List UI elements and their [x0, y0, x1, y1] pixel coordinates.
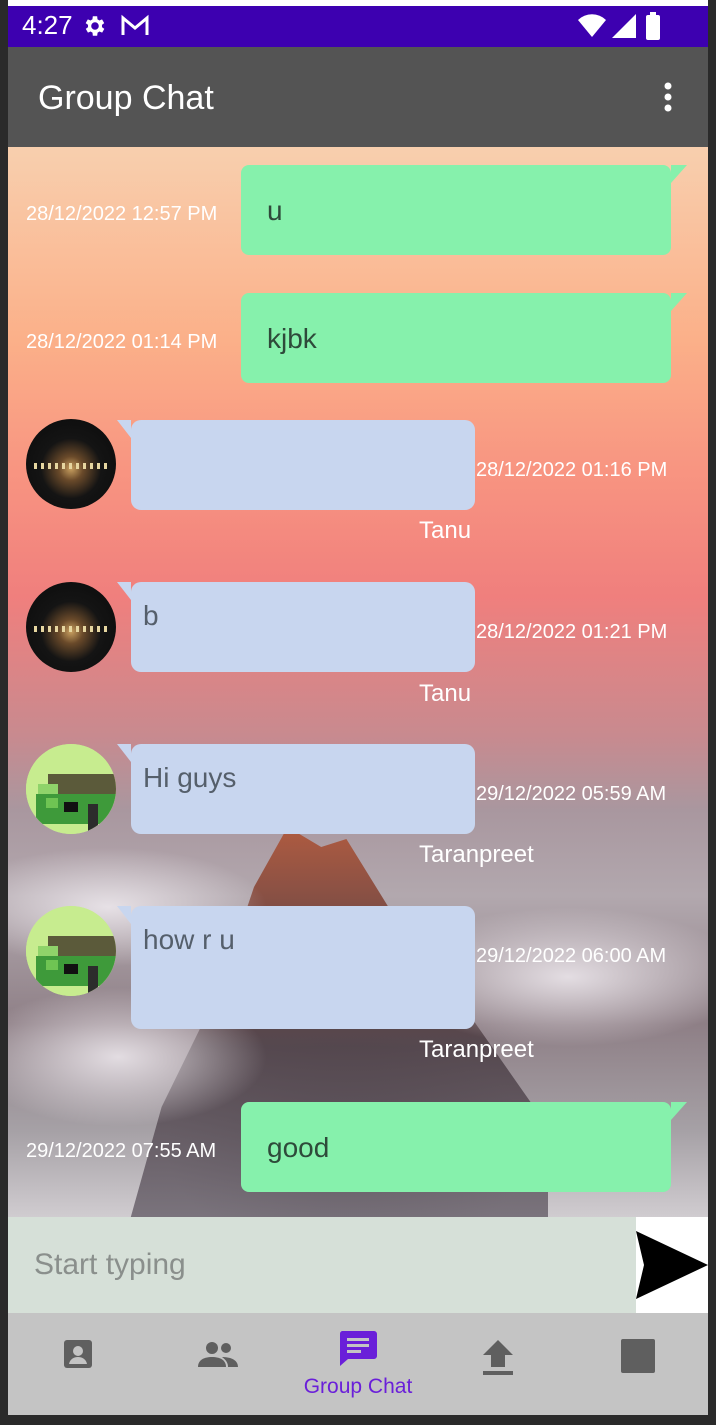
message-timestamp: 28/12/2022 12:57 PM — [26, 203, 218, 225]
gmail-icon — [121, 14, 149, 35]
message-composer — [8, 1217, 708, 1313]
stop-square-icon — [621, 1339, 655, 1373]
message-timestamp: 28/12/2022 01:16 PM — [476, 459, 668, 481]
incoming-message-bubble[interactable]: b — [117, 582, 475, 672]
phone-screen: 4:27 Group Chat 28/12/2022 12:57 PM u 28… — [8, 0, 708, 1415]
more-vert-icon[interactable] — [656, 81, 680, 113]
profile-card-icon — [64, 1340, 92, 1368]
nav-item-people[interactable] — [148, 1313, 288, 1415]
status-time: 4:27 — [22, 10, 73, 40]
message-text: how r u — [143, 924, 235, 955]
chat-message-list[interactable]: 28/12/2022 12:57 PM u 28/12/2022 01:14 P… — [8, 147, 708, 1217]
incoming-message-bubble[interactable]: how r u — [117, 906, 475, 1029]
avatar[interactable] — [26, 744, 116, 834]
send-arrow-icon — [636, 1231, 708, 1299]
message-text: b — [143, 600, 159, 631]
gear-icon — [85, 16, 105, 36]
nav-item-group-chat[interactable]: Group Chat — [288, 1313, 428, 1415]
message-timestamp: 28/12/2022 01:21 PM — [476, 621, 668, 643]
message-text: good — [267, 1132, 330, 1163]
upload-icon — [483, 1340, 513, 1375]
message-timestamp: 28/12/2022 01:14 PM — [26, 331, 218, 353]
outgoing-message-bubble[interactable]: u — [241, 165, 687, 255]
nav-item-upload[interactable] — [428, 1313, 568, 1415]
page-title: Group Chat — [38, 79, 214, 117]
message-timestamp: 29/12/2022 06:00 AM — [476, 945, 667, 967]
pixel-art-avatar-icon — [26, 744, 116, 834]
pixel-art-avatar-icon — [26, 906, 116, 996]
wifi-icon — [578, 14, 606, 38]
incoming-message-bubble[interactable] — [117, 420, 475, 510]
message-timestamp: 29/12/2022 05:59 AM — [476, 783, 667, 805]
bottom-navigation: Group Chat — [8, 1313, 708, 1415]
avatar[interactable] — [26, 582, 116, 672]
nav-item-label: Group Chat — [303, 1375, 413, 1398]
nav-item-stop[interactable] — [568, 1313, 708, 1415]
incoming-message-bubble[interactable]: Hi guys — [117, 744, 475, 834]
sender-name: Taranpreet — [419, 1036, 534, 1063]
send-button[interactable] — [636, 1217, 708, 1313]
status-bar: 4:27 — [8, 6, 708, 47]
sender-name: Tanu — [419, 517, 472, 544]
people-icon — [198, 1342, 238, 1367]
avatar[interactable] — [26, 419, 116, 509]
message-text: kjbk — [267, 323, 317, 354]
app-bar: Group Chat — [8, 47, 708, 147]
avatar[interactable] — [26, 906, 116, 996]
sender-name: Taranpreet — [419, 841, 534, 868]
nav-item-profile[interactable] — [8, 1313, 148, 1415]
message-text: u — [267, 195, 283, 226]
battery-icon — [646, 12, 660, 40]
sender-name: Tanu — [419, 680, 472, 707]
chat-icon — [339, 1331, 377, 1366]
message-input[interactable] — [8, 1217, 636, 1313]
message-text: Hi guys — [143, 762, 237, 793]
outgoing-message-bubble[interactable]: kjbk — [241, 293, 687, 383]
outgoing-message-bubble[interactable]: good — [241, 1102, 687, 1192]
signal-icon — [612, 14, 636, 38]
message-timestamp: 29/12/2022 07:55 AM — [26, 1140, 217, 1162]
